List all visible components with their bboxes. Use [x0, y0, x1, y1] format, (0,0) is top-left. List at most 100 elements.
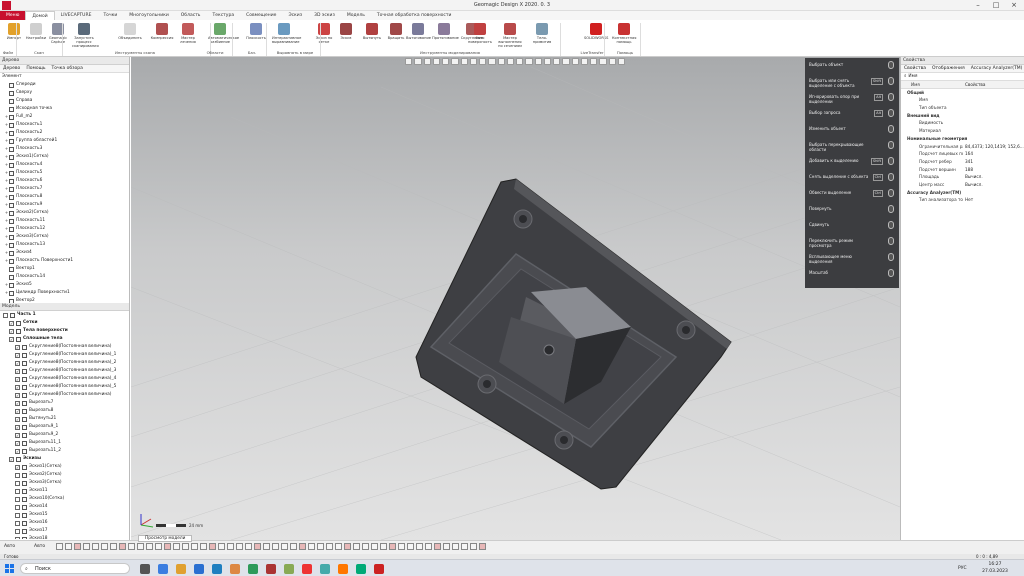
model-item[interactable]: ✓ Тела поверхности	[0, 327, 129, 335]
tree-item[interactable]: + Плоскость11	[0, 217, 129, 225]
tree-item[interactable]: + Плоскость6	[0, 177, 129, 185]
ribbon-button[interactable]: Настройки	[24, 22, 48, 50]
bottom-tool-icon[interactable]	[182, 543, 189, 550]
menu-tab[interactable]: LIVECAPTURE	[55, 11, 98, 20]
minimize-button[interactable]: –	[969, 1, 987, 10]
property-row[interactable]: Ограничительная рамка84,4373; 120,1419; …	[901, 143, 1024, 151]
bottom-tool-icon[interactable]	[83, 543, 90, 550]
bottom-tool-icon[interactable]	[110, 543, 117, 550]
properties-search[interactable]: ⌕ Имя	[901, 73, 1024, 81]
bottom-tool-icon[interactable]	[470, 543, 477, 550]
bottom-tool-icon[interactable]	[56, 543, 63, 550]
bottom-tool-icon[interactable]	[425, 543, 432, 550]
tree-item[interactable]: + Эскиз5	[0, 281, 129, 289]
taskbar-app-icon[interactable]	[320, 564, 330, 574]
bottom-tool-icon[interactable]	[227, 543, 234, 550]
menu-tab[interactable]: Многоугольники	[123, 11, 175, 20]
view-tool-icon[interactable]	[506, 58, 514, 65]
ribbon-button[interactable]: Автоматическое разбиение	[208, 22, 239, 50]
maximize-button[interactable]: □	[987, 1, 1005, 10]
visibility-checkbox[interactable]	[15, 520, 20, 526]
tree-item[interactable]: + Эскиз4	[0, 249, 129, 257]
tree-item[interactable]: Сверху	[0, 89, 129, 97]
visibility-checkbox[interactable]: ✓	[15, 368, 20, 374]
view-tool-icon[interactable]	[534, 58, 542, 65]
view-tool-icon[interactable]	[580, 58, 588, 65]
ribbon-button[interactable]: Вращать	[384, 22, 408, 50]
visibility-checkbox[interactable]	[15, 496, 20, 502]
taskbar-app-icon[interactable]	[356, 564, 366, 574]
view-tool-icon[interactable]	[405, 58, 413, 65]
tree-panel-tab[interactable]: Помощь	[26, 65, 45, 72]
viewport-canvas[interactable]: 24 mm	[131, 57, 900, 540]
model-item[interactable]: ✓ Вырезать7	[0, 399, 129, 407]
ribbon-button[interactable]: Вытягивание	[406, 22, 431, 50]
bottom-tool-icon[interactable]	[389, 543, 396, 550]
bottom-tool-icon[interactable]	[272, 543, 279, 550]
tree-item[interactable]: + Группа областей1	[0, 137, 129, 145]
bottom-tool-icon[interactable]	[254, 543, 261, 550]
ribbon-button[interactable]: Объединить	[118, 22, 142, 50]
view-tool-icon[interactable]	[543, 58, 551, 65]
quick-menu-item[interactable]: Переключить режим просмотра	[809, 237, 897, 248]
bottom-tool-icon[interactable]	[173, 543, 180, 550]
bottom-tool-icon[interactable]	[65, 543, 72, 550]
visibility-checkbox[interactable]	[15, 536, 20, 539]
taskbar-date[interactable]: 27.03.2023	[980, 569, 1010, 574]
visibility-checkbox[interactable]: ✓	[15, 392, 20, 398]
ribbon-button[interactable]: Запустить процесс сканирования	[72, 22, 99, 50]
tree-item[interactable]: + Full_m2	[0, 113, 129, 121]
model-item[interactable]: Эскиз11	[0, 487, 129, 495]
model-item[interactable]: ✓ Вырезать11_2	[0, 447, 129, 455]
model-item[interactable]: ✓ Скругление8(Постоянная величина)_5	[0, 383, 129, 391]
view-tool-icon[interactable]	[423, 58, 431, 65]
bottom-tool-icon[interactable]	[245, 543, 252, 550]
properties-tab[interactable]: Свойства	[904, 65, 926, 72]
property-row[interactable]: Подсчет ребер 341	[901, 158, 1024, 166]
bottom-tool-icon[interactable]	[101, 543, 108, 550]
visibility-checkbox[interactable]	[15, 480, 20, 486]
model-item[interactable]: ✓ Вырезать9_1	[0, 423, 129, 431]
ribbon-button[interactable]: Эскиз	[334, 22, 358, 50]
taskbar-app-icon[interactable]	[140, 564, 150, 574]
visibility-checkbox[interactable]: ✓	[15, 400, 20, 406]
taskbar-search-box[interactable]: ⌕ Поиск	[20, 563, 130, 574]
ribbon-button[interactable]: Тело-примитив	[530, 22, 554, 50]
model-item[interactable]: ✓ Вырезать9_2	[0, 431, 129, 439]
model-item[interactable]: Эскиз17	[0, 527, 129, 535]
tree-item[interactable]: + Плоскость1	[0, 121, 129, 129]
bottom-tool-icon[interactable]	[164, 543, 171, 550]
model-item[interactable]: Эскиз2(Сетка)	[0, 471, 129, 479]
visibility-checkbox[interactable]: ✓	[15, 432, 20, 438]
property-row[interactable]: Общий	[901, 89, 1024, 97]
visibility-checkbox[interactable]	[15, 488, 20, 494]
tree-item[interactable]: + Плоскость12	[0, 225, 129, 233]
bottom-tool-icon[interactable]	[416, 543, 423, 550]
view-tool-icon[interactable]	[590, 58, 598, 65]
ribbon-button[interactable]: Импорт	[2, 22, 26, 50]
view-tool-icon[interactable]	[414, 58, 422, 65]
property-row[interactable]: Подсчет вершин 188	[901, 166, 1024, 174]
visibility-checkbox[interactable]: ✓	[15, 352, 20, 358]
taskbar-app-icon[interactable]	[176, 564, 186, 574]
property-row[interactable]: Материал	[901, 127, 1024, 135]
taskbar-app-icon[interactable]	[266, 564, 276, 574]
bottom-tool-icon[interactable]	[263, 543, 270, 550]
menu-tab[interactable]: Текстура	[206, 11, 240, 20]
model-item[interactable]: ✓ Скругление8(Постоянная величина)_4	[0, 375, 129, 383]
bottom-tool-icon[interactable]	[137, 543, 144, 550]
menu-tab[interactable]: Точная обработка поверхности	[371, 11, 458, 20]
property-row[interactable]: Видимость	[901, 119, 1024, 127]
property-row[interactable]: Тип объекта	[901, 104, 1024, 112]
taskbar-app-icon[interactable]	[248, 564, 258, 574]
model-view-tab[interactable]: Просмотр модели	[138, 535, 193, 542]
quick-menu-item[interactable]: Выбрать объект	[809, 61, 897, 69]
model-item[interactable]: Эскиз18	[0, 535, 129, 539]
file-menu-tab[interactable]: Меню	[0, 11, 26, 20]
view-tool-icon[interactable]	[571, 58, 579, 65]
model-item[interactable]: ✓ Вырезать11_1	[0, 439, 129, 447]
model-item[interactable]: Часть 1	[0, 311, 129, 319]
tree-item[interactable]: + Эскиз1(Сетка)	[0, 153, 129, 161]
taskbar-app-icon[interactable]	[374, 564, 384, 574]
quick-menu-item[interactable]: Всплывающее меню выделения	[809, 253, 897, 264]
